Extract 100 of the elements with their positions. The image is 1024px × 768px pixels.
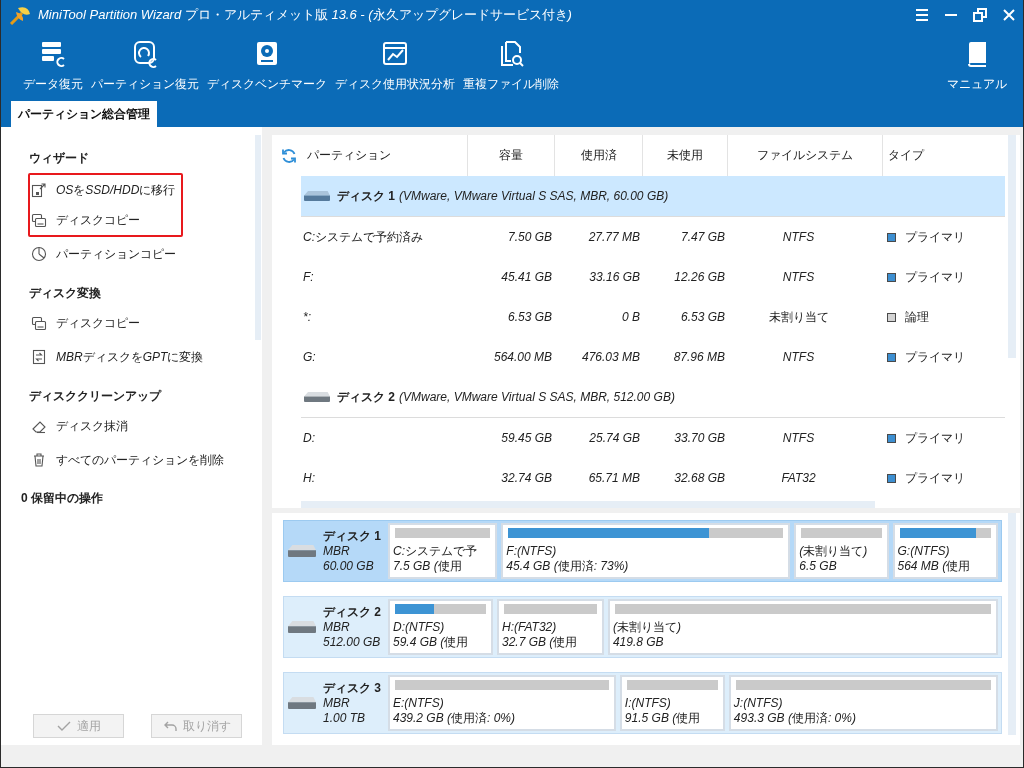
capacity-value: 564.00 MB	[492, 350, 553, 364]
file-system-value: 未割り当て	[767, 308, 830, 326]
used-value: 65.71 MB	[587, 471, 641, 485]
partition-usage: 45.4 GB (使用済: 73%)	[506, 559, 629, 574]
disk-capacity: 1.00 TB	[323, 710, 367, 726]
toolbar-button[interactable]: ディスク使用状況分析	[331, 30, 459, 92]
partition-name: *:	[302, 310, 312, 324]
drive-arrow-icon	[31, 182, 47, 198]
partition-usage: 6.5 GB	[799, 559, 837, 574]
toolbar-button[interactable]: パーティション復元	[87, 30, 203, 92]
toolbar-button[interactable]: データ復元	[19, 30, 87, 92]
scrollbar-thumb[interactable]	[1008, 135, 1016, 358]
partition-row[interactable]: C:システムで予約済み 7.50 GB 27.77 MB 7.47 GB NTFS プライマリ	[301, 217, 1005, 257]
app-logo-icon	[9, 5, 31, 25]
file-system-value: FAT32	[780, 471, 817, 485]
capacity-value: 6.53 GB	[506, 310, 553, 324]
partition-block[interactable]: (未割り当て) 419.8 GB	[607, 599, 998, 655]
sidebar-item[interactable]: ディスクコピー	[30, 205, 179, 235]
partition-row[interactable]: H: 32.74 GB 65.71 MB 32.68 GB FAT32 プライマリ	[301, 458, 1005, 498]
disk-name: ディスク 2	[337, 388, 395, 406]
disk-row[interactable]: ディスク 2 (VMware, VMware Virtual S SAS, MBR, 512.00 GB)	[301, 377, 1005, 418]
manual-button[interactable]: マニュアル	[943, 30, 1011, 92]
documents-search-icon	[498, 40, 524, 68]
sidebar-item[interactable]: OSをSSD/HDDに移行	[30, 175, 179, 205]
disk-drive-icon	[287, 620, 317, 634]
disk-drive-icon	[303, 391, 331, 403]
sidebar-item[interactable]: MBRディスクをGPTに変換	[1, 340, 207, 374]
partition-label: I:(NTFS)	[624, 696, 671, 711]
partition-block[interactable]: I:(NTFS) 91.5 GB (使用	[619, 675, 725, 731]
disk-card[interactable]: ディスク 2 MBR 512.00 GB D:(NTFS) 59.4 GB (使用 H:(FAT32) 32.7 GB (使用 (未割り当て) 419.8 GB	[283, 596, 1002, 658]
disk-drive-icon	[287, 544, 317, 558]
copy-drives-icon	[31, 315, 47, 331]
disk-drive-icon	[287, 696, 317, 710]
disk-drive-icon	[303, 190, 331, 202]
partition-row[interactable]: F: 45.41 GB 33.16 GB 12.26 GB NTFS プライマリ	[301, 257, 1005, 297]
scrollbar-thumb[interactable]	[255, 135, 261, 340]
line-chart-icon	[382, 40, 408, 68]
disk-name: ディスク 3	[323, 680, 381, 696]
disk-card[interactable]: ディスク 3 MBR 1.00 TB E:(NTFS) 439.2 GB (使用済: 0%) I:(NTFS) 91.5 GB (使用 J:(NTFS) 493.3 GB (使用済: 0%)	[283, 672, 1002, 734]
unused-value: 87.96 MB	[672, 350, 726, 364]
sidebar-item[interactable]: すべてのパーティションを削除	[1, 443, 227, 477]
pending-operations: 0 保留中の操作	[20, 489, 104, 507]
used-value: 0 B	[621, 310, 641, 324]
partition-type: プライマリ	[905, 469, 965, 487]
disk-row[interactable]: ディスク 1 (VMware, VMware Virtual S SAS, MBR, 60.00 GB)	[301, 176, 1005, 217]
partition-type: プライマリ	[905, 268, 965, 286]
partition-name: G:	[302, 350, 317, 364]
menu-icon	[914, 8, 929, 22]
refresh-icon[interactable]	[281, 147, 297, 164]
copy-drives-icon	[31, 212, 47, 228]
partition-label: J:(NTFS)	[733, 696, 783, 711]
scrollbar-thumb[interactable]	[301, 501, 875, 508]
partition-type: プライマリ	[905, 228, 965, 246]
partition-row[interactable]: G: 564.00 MB 476.03 MB 87.96 MB NTFS プライマリ	[301, 337, 1005, 377]
file-system-value: NTFS	[781, 431, 816, 445]
scrollbar-thumb[interactable]	[1008, 513, 1016, 735]
close-icon	[1001, 8, 1016, 22]
sidebar-item[interactable]: パーティションコピー	[1, 237, 179, 271]
toolbar-button[interactable]: 重複ファイル削除	[459, 30, 563, 92]
disk-card[interactable]: ディスク 1 MBR 60.00 GB C:システムで予 7.5 GB (使用 F:(NTFS) 45.4 GB (使用済: 73%) (未割り当て) 6.5 GB G:(NTFS) 564 MB (使用	[283, 520, 1002, 582]
capacity-value: 59.45 GB	[500, 431, 553, 445]
used-value: 25.74 GB	[588, 431, 641, 445]
disk-details: (VMware, VMware Virtual S SAS, MBR, 512.00 GB)	[399, 390, 675, 404]
undo-arrow-icon	[162, 720, 177, 732]
disk-arrow-icon	[132, 40, 158, 68]
partition-usage: 439.2 GB (使用済: 0%)	[393, 711, 516, 726]
section-heading: ディスククリーンアップ	[28, 387, 161, 405]
partition-block[interactable]: C:システムで予 7.5 GB (使用	[388, 523, 498, 579]
sidebar-item[interactable]: ディスクコピー	[1, 306, 143, 340]
column-header: タイプ	[887, 147, 926, 164]
unused-value: 7.47 GB	[679, 230, 726, 244]
window-title: MiniTool Partition Wizard プロ・アルティメット版 13.6 - (永久アップグレードサービス付き)	[38, 6, 573, 24]
toolbar-button[interactable]: ディスクベンチマーク	[203, 30, 331, 92]
partition-block[interactable]: H:(FAT32) 32.7 GB (使用	[497, 599, 604, 655]
partition-label: C:システムで予	[393, 544, 477, 559]
sidebar-item[interactable]: ディスク抹消	[1, 409, 131, 443]
partition-block[interactable]: F:(NTFS) 45.4 GB (使用済: 73%)	[501, 523, 791, 579]
check-icon	[56, 720, 71, 732]
partition-usage: 7.5 GB (使用	[393, 559, 462, 574]
partition-block[interactable]: J:(NTFS) 493.3 GB (使用済: 0%)	[728, 675, 998, 731]
partition-block[interactable]: D:(NTFS) 59.4 GB (使用	[388, 599, 493, 655]
used-value: 33.16 GB	[588, 270, 641, 284]
partition-block[interactable]: G:(NTFS) 564 MB (使用	[892, 523, 998, 579]
restore-icon	[972, 8, 987, 22]
partition-type: プライマリ	[905, 348, 965, 366]
partition-row[interactable]: D: 59.45 GB 25.74 GB 33.70 GB NTFS プライマリ	[301, 418, 1005, 458]
disk-name: ディスク 1	[337, 187, 395, 205]
unused-value: 32.68 GB	[673, 471, 726, 485]
used-value: 476.03 MB	[580, 350, 641, 364]
capacity-value: 45.41 GB	[500, 270, 553, 284]
disk-details: (VMware, VMware Virtual S SAS, MBR, 60.00 GB)	[399, 189, 669, 203]
partition-type: プライマリ	[905, 429, 965, 447]
partition-block[interactable]: (未割り当て) 6.5 GB	[794, 523, 889, 579]
partition-label: E:(NTFS)	[393, 696, 444, 711]
partition-row[interactable]: *: 6.53 GB 0 B 6.53 GB 未割り当て 論理	[301, 297, 1005, 337]
partition-block[interactable]: E:(NTFS) 439.2 GB (使用済: 0%)	[388, 675, 616, 731]
partition-usage: 32.7 GB (使用	[502, 635, 578, 650]
partition-type: 論理	[905, 308, 929, 326]
partition-usage: 564 MB (使用	[897, 559, 971, 574]
tab[interactable]: パーティション総合管理	[11, 101, 157, 127]
